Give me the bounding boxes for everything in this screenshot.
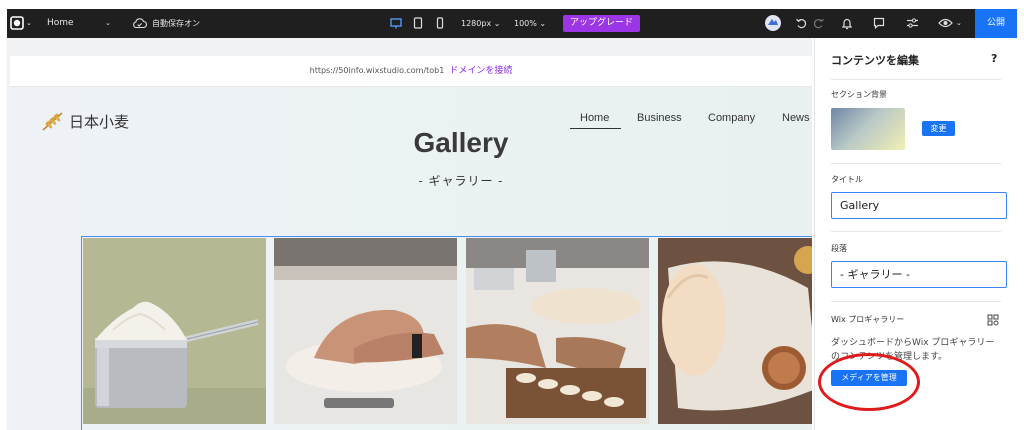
title-input[interactable]: Gallery [831,192,1007,219]
gallery-image[interactable] [274,238,457,424]
divider [831,231,1001,232]
settings-sliders-icon[interactable] [904,15,920,31]
panel-title: コンテンツを編集 [831,54,919,67]
nav-item-news[interactable]: News [782,112,810,124]
gallery-title[interactable]: Gallery [10,127,812,159]
upgrade-button[interactable]: アップグレード [563,15,640,32]
title-label: タイトル [831,175,863,184]
gallery-image[interactable] [466,238,649,424]
redo-icon[interactable] [811,15,827,31]
paragraph-input[interactable]: - ギャラリー - [831,261,1007,288]
cloud-check-icon [131,15,147,31]
zoom-selector[interactable]: 100% ⌄ [514,9,546,38]
comments-icon[interactable] [871,15,887,31]
preview-chevron-icon[interactable]: ⌄ [956,9,962,38]
gallery-image[interactable] [83,238,266,424]
gallery-image[interactable] [658,238,812,424]
nav-item-company[interactable]: Company [708,112,755,124]
divider [831,301,1001,302]
zoom-value: 100% [514,19,537,28]
desktop-view-icon[interactable] [388,15,404,31]
page-dropdown-chevron-icon[interactable]: ⌄ [105,9,111,38]
undo-icon[interactable] [793,15,809,31]
tablet-view-icon[interactable] [410,15,426,31]
divider [831,79,1001,80]
gallery-subtitle[interactable]: - ギャラリー - [10,172,812,189]
resolution-selector[interactable]: 1280px ⌄ [461,9,500,38]
nav-item-business[interactable]: Business [637,112,682,124]
nav-item-home[interactable]: Home [580,112,609,124]
page-selector[interactable]: Home [47,9,74,38]
paragraph-label: 段落 [831,244,847,253]
section-background-label: セクション背景 [831,90,887,99]
autosave-status: 自動保存オン [152,19,200,28]
url-line: https://50info.wixstudio.com/tob1 ドメインを接続 [10,56,812,86]
site-menu-icon[interactable] [9,15,25,31]
highlight-circle-annotation [818,353,920,411]
change-background-button[interactable]: 変更 [922,121,955,136]
help-icon[interactable]: ? [991,52,997,65]
chevron-down-icon[interactable]: ⌄ [26,9,32,38]
site-url-bar: https://50info.wixstudio.com/tob1 ドメインを接続 [10,56,812,87]
wix-ai-assistant-icon[interactable] [764,14,782,32]
section-background-thumbnail[interactable] [831,108,905,150]
connect-domain-link[interactable]: ドメインを接続 [449,66,512,76]
publish-button[interactable]: 公開 [975,9,1017,38]
mobile-view-icon[interactable] [432,15,448,31]
site-preview[interactable]: 日本小麦 Home Business Company News Gallery … [10,87,812,430]
site-url: https://50info.wixstudio.com/tob1 [309,66,445,75]
editor-toolbar: ⌄ Home ⌄ 自動保存オン 1280px ⌄ 100% ⌄ アップグレード … [7,9,1017,38]
gallery-settings-icon[interactable] [987,311,999,330]
pro-gallery[interactable] [81,236,812,430]
notifications-bell-icon[interactable] [839,15,855,31]
preview-eye-icon[interactable] [937,15,953,31]
resolution-value: 1280px [461,19,492,28]
pro-gallery-label: Wix プロギャラリー [831,315,905,324]
divider [831,163,1001,164]
